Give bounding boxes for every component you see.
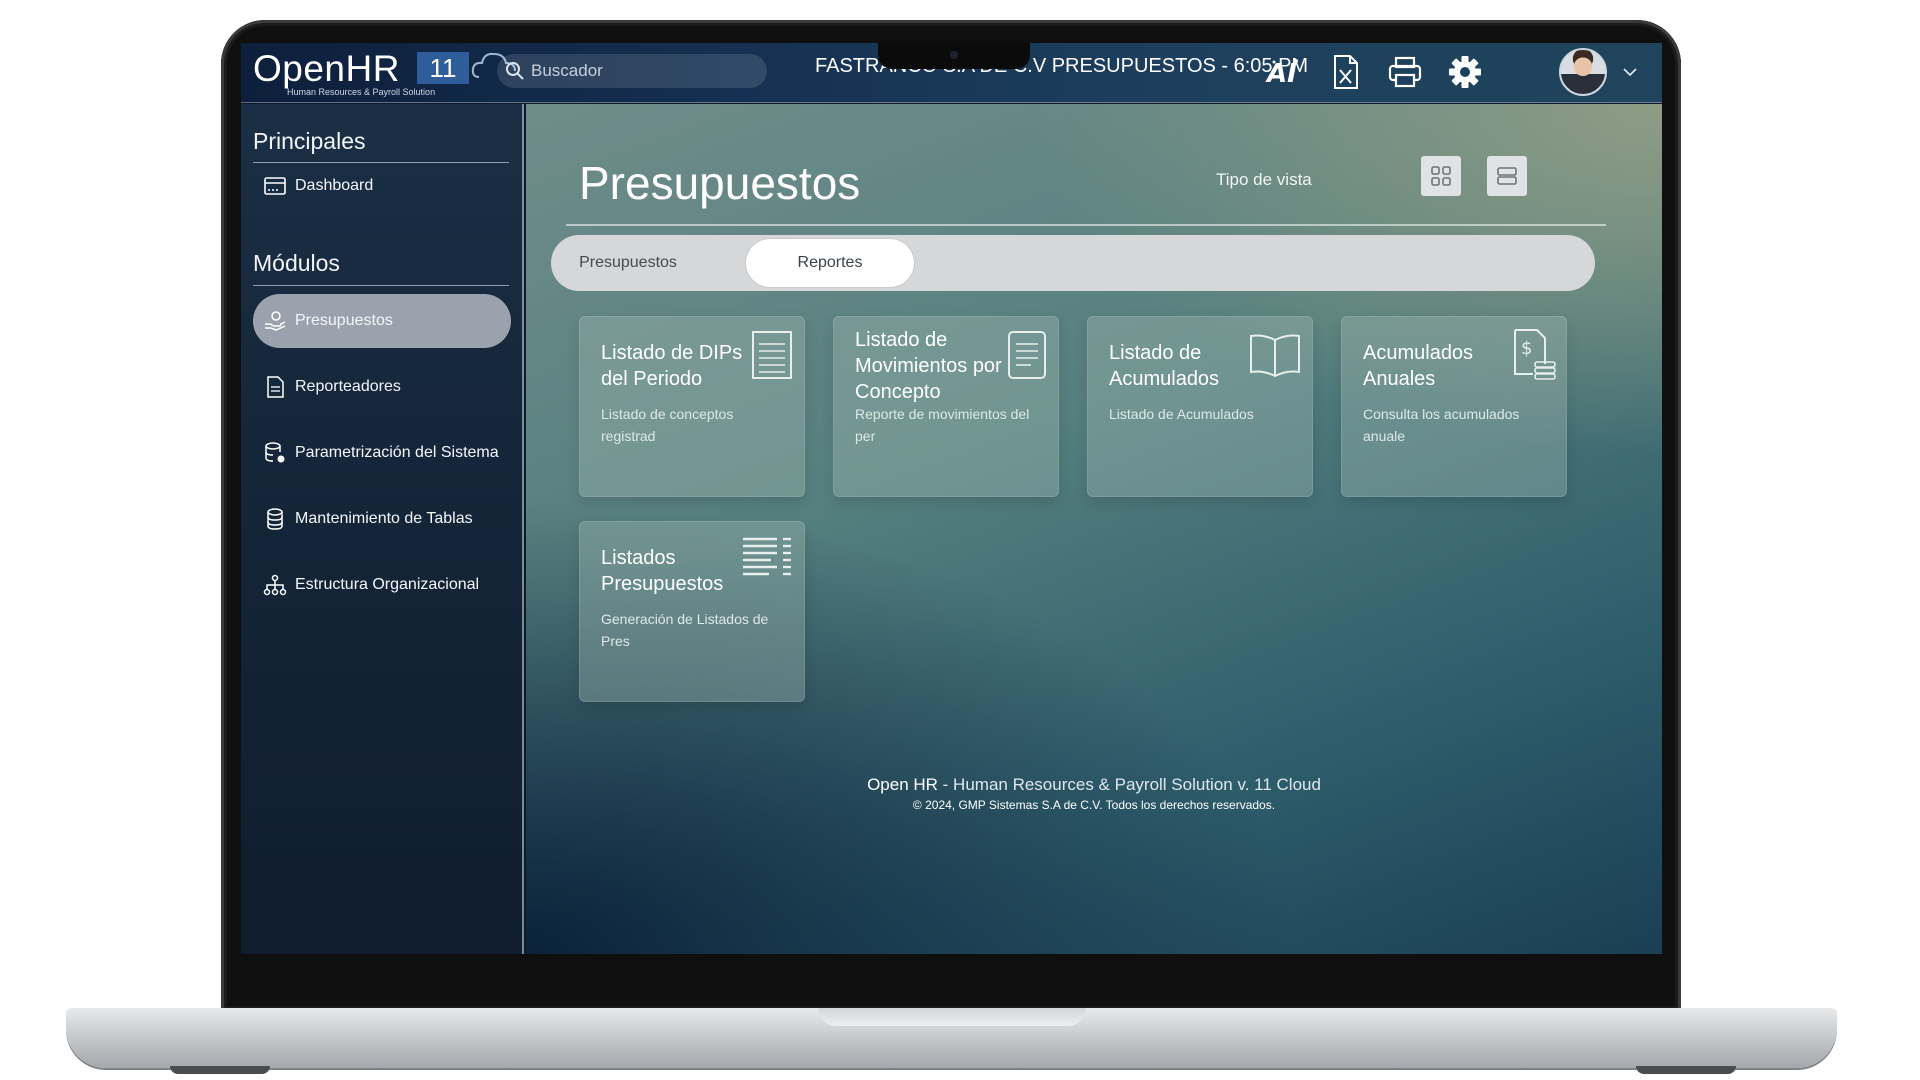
chevron-down-icon[interactable]: [1621, 63, 1639, 81]
view-type-label: Tipo de vista: [1216, 170, 1312, 189]
footer-copyright: © 2024, GMP Sistemas S.A de C.V. Todos l…: [912, 798, 1276, 812]
card-title: Listado de Movimientos por Concepto: [855, 329, 1002, 403]
report-card-acumulados[interactable]: Listado de Acumulados Listado de Acumula…: [1087, 316, 1313, 497]
laptop-trackpad-lip: [818, 1008, 1086, 1026]
card-title: Listados Presupuestos: [601, 547, 724, 595]
sidebar-item-label: Dashboard: [295, 177, 374, 194]
sidebar-item-estructura[interactable]: Estructura Organizacional: [253, 558, 511, 612]
card-title: Listado de DIPs del Periodo: [601, 342, 743, 390]
title-divider: [566, 224, 1606, 226]
sidebar-item-label: Estructura Organizacional: [295, 576, 480, 593]
report-card-acumulados-anuales[interactable]: Acumulados Anuales Consulta los acumulad…: [1341, 316, 1567, 497]
list-lines-icon: [743, 537, 791, 576]
search-icon: [506, 62, 524, 80]
ai-icon[interactable]: AI: [1265, 53, 1303, 91]
print-icon[interactable]: [1386, 53, 1424, 91]
money-document-icon: $: [1514, 329, 1556, 380]
sidebar-item-label: Parametrización del Sistema: [295, 444, 499, 461]
gear-icon[interactable]: [1446, 53, 1484, 91]
sidebar-divider: [253, 285, 509, 286]
sidebar-item-label: Presupuestos: [295, 312, 393, 329]
sidebar-item-parametrizacion[interactable]: Parametrización del Sistema: [253, 426, 511, 480]
app-logo[interactable]: OpenHR 11 Human Resources & Payroll Solu…: [253, 47, 516, 97]
svg-text:AI: AI: [1265, 59, 1297, 89]
avatar[interactable]: [1559, 48, 1607, 96]
camera-icon: [950, 51, 958, 59]
report-card-listados-presupuestos[interactable]: Listados Presupuestos Generación de List…: [579, 521, 805, 702]
tab-bar: Presupuestos Reportes: [551, 235, 1595, 291]
card-description: Listado de conceptos registrad: [601, 406, 734, 444]
laptop-notch: [878, 43, 1030, 69]
sidebar-item-label: Reporteadores: [295, 378, 401, 395]
org-chart-icon: [263, 574, 287, 596]
sidebar-item-dashboard[interactable]: Dashboard: [253, 159, 511, 213]
document-lines-icon: [752, 331, 792, 379]
logo-tagline: Human Resources & Payroll Solution: [287, 87, 436, 97]
screen: OpenHR 11 Human Resources & Payroll Solu…: [241, 43, 1662, 954]
card-description: Reporte de movimientos del per: [855, 406, 1030, 444]
tab-reportes[interactable]: Reportes: [746, 239, 914, 287]
grid-view-icon: [1431, 166, 1451, 186]
report-file-icon: [267, 376, 284, 398]
page-title: Presupuestos: [579, 157, 861, 209]
tab-presupuestos[interactable]: Presupuestos: [563, 239, 693, 287]
modulos-heading: Módulos: [253, 250, 340, 276]
main-content: Presupuestos Tipo de vista Presupuestos …: [526, 104, 1662, 954]
sidebar-item-reporteadores[interactable]: Reporteadores: [253, 360, 511, 414]
footer-product-line: Open HR - Human Resources & Payroll Solu…: [526, 775, 1662, 795]
svg-text:$: $: [1521, 338, 1532, 359]
version-badge: 11: [417, 52, 469, 84]
sidebar-item-presupuestos[interactable]: Presupuestos: [253, 294, 511, 348]
dashboard-icon: [264, 177, 286, 195]
document-text-icon: [1008, 331, 1046, 379]
budget-hand-icon: [265, 311, 286, 331]
card-description: Listado de Acumulados: [1109, 406, 1254, 422]
database-icon: [267, 508, 283, 530]
list-view-icon: [1497, 167, 1517, 185]
card-title: Acumulados Anuales: [1363, 342, 1474, 390]
grid-view-button[interactable]: [1421, 156, 1461, 196]
footer-brand: Open HR: [867, 775, 938, 794]
database-settings-icon: [265, 442, 285, 463]
open-book-icon: [1250, 334, 1300, 378]
laptop-foot-right: [1636, 1066, 1736, 1074]
card-description: Generación de Listados de Pres: [601, 611, 769, 649]
report-card-movimientos[interactable]: Listado de Movimientos por Concepto Repo…: [833, 316, 1059, 497]
sidebar-item-label: Mantenimiento de Tablas: [295, 510, 473, 527]
laptop-foot-left: [170, 1066, 270, 1074]
logo-wordmark: OpenHR: [253, 48, 400, 89]
card-title: Listado de Acumulados: [1109, 342, 1220, 390]
footer-product-text: - Human Resources & Payroll Solution v. …: [937, 775, 1321, 794]
search-input[interactable]: [497, 54, 767, 88]
sidebar: Principales Dashboard Módulos Presupuest…: [241, 104, 524, 954]
report-card-dips[interactable]: Listado de DIPs del Periodo Listado de c…: [579, 316, 805, 497]
card-description: Consulta los acumulados anuale: [1363, 406, 1520, 444]
sidebar-item-mantenimiento[interactable]: Mantenimiento de Tablas: [253, 492, 511, 546]
principales-heading: Principales: [253, 128, 366, 154]
list-view-button[interactable]: [1487, 156, 1527, 196]
excel-export-icon[interactable]: [1326, 53, 1364, 91]
